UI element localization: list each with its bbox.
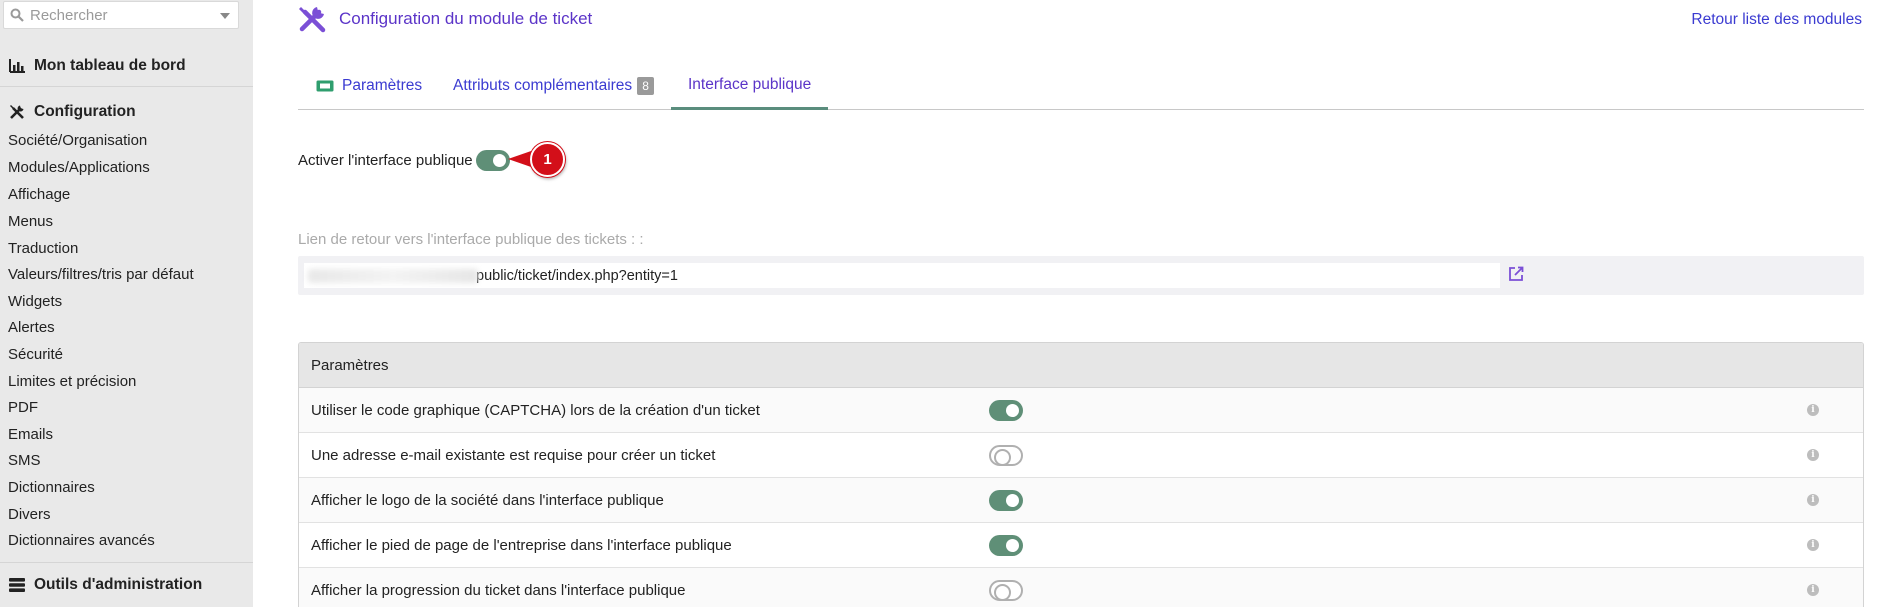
params-table: Paramètres Utiliser le code graphique (C… [298, 342, 1864, 607]
menu-admin-tools[interactable]: Outils d'administration [9, 576, 202, 594]
sidebar-item-securite[interactable]: Sécurité [8, 346, 63, 363]
enable-public-interface-toggle[interactable] [476, 150, 510, 171]
params-table-header: Paramètres [299, 343, 1863, 388]
tab-parametres-label: Paramètres [342, 77, 423, 94]
menu-admin-tools-label: Outils d'administration [34, 576, 203, 593]
sidebar-item-modules[interactable]: Modules/Applications [8, 159, 150, 176]
chevron-down-icon[interactable] [220, 13, 230, 19]
info-icon[interactable]: i [1807, 404, 1819, 416]
page-title: Configuration du module de ticket [339, 9, 593, 28]
sidebar: Mon tableau de bord Configuration Sociét… [0, 0, 253, 607]
info-icon[interactable]: i [1807, 539, 1819, 551]
param-label: Afficher la progression du ticket dans l… [311, 582, 686, 599]
tools-icon [299, 7, 326, 33]
tab-interface-publique[interactable]: Interface publique [671, 62, 829, 110]
table-row: Afficher le logo de la société dans l'in… [299, 478, 1863, 523]
public-url-value: public/ticket/index.php?entity=1 [476, 267, 678, 284]
show-footer-toggle[interactable] [989, 535, 1023, 556]
param-label: Utiliser le code graphique (CAPTCHA) lor… [311, 402, 760, 419]
sidebar-item-dictionnaires[interactable]: Dictionnaires [8, 479, 95, 496]
sidebar-item-alertes[interactable]: Alertes [8, 319, 55, 336]
enable-public-interface-label: Activer l'interface publique [298, 152, 473, 169]
param-label: Afficher le pied de page de l'entreprise… [311, 537, 732, 554]
sidebar-item-menus[interactable]: Menus [8, 213, 53, 230]
search-input[interactable] [30, 6, 220, 24]
bar-chart-icon [9, 59, 25, 73]
show-progress-toggle[interactable] [989, 580, 1023, 601]
external-link-icon[interactable] [1508, 266, 1524, 282]
menu-configuration[interactable]: Configuration [9, 103, 136, 121]
public-url-box: public/ticket/index.php?entity=1 [298, 256, 1864, 295]
menu-dashboard-label: Mon tableau de bord [34, 57, 186, 74]
sidebar-item-emails[interactable]: Emails [8, 426, 53, 443]
table-row: Afficher la progression du ticket dans l… [299, 568, 1863, 607]
callout-marker: 1 [530, 142, 565, 177]
sidebar-item-valeurs[interactable]: Valeurs/filtres/tris par défaut [8, 266, 194, 283]
back-to-modules-link[interactable]: Retour liste des modules [1691, 11, 1862, 29]
require-email-toggle[interactable] [989, 445, 1023, 466]
search-box[interactable] [3, 1, 239, 29]
sidebar-item-dictionnaires-avances[interactable]: Dictionnaires avancés [8, 532, 155, 549]
count-badge: 8 [637, 77, 654, 95]
divider [0, 86, 253, 87]
sidebar-item-affichage[interactable]: Affichage [8, 186, 70, 203]
tools-icon [10, 105, 24, 119]
page-header: Configuration du module de ticket [298, 5, 592, 33]
server-icon [9, 578, 25, 592]
search-icon [10, 8, 24, 22]
public-url-label: Lien de retour vers l'interface publique… [298, 231, 644, 248]
info-icon[interactable]: i [1807, 584, 1819, 596]
sidebar-item-divers[interactable]: Divers [8, 506, 51, 523]
tab-attributs-label: Attributs complémentaires [453, 77, 633, 94]
sidebar-item-limites[interactable]: Limites et précision [8, 373, 136, 390]
param-label: Afficher le logo de la société dans l'in… [311, 492, 664, 509]
sidebar-item-sms[interactable]: SMS [8, 452, 41, 469]
param-label: Une adresse e-mail existante est requise… [311, 447, 716, 464]
show-logo-toggle[interactable] [989, 490, 1023, 511]
menu-configuration-label: Configuration [34, 103, 136, 120]
tab-attributs[interactable]: Attributs complémentaires 8 [453, 62, 654, 110]
divider [0, 562, 253, 563]
table-row: Utiliser le code graphique (CAPTCHA) lor… [299, 388, 1863, 433]
info-icon[interactable]: i [1807, 449, 1819, 461]
tab-interface-publique-label: Interface publique [688, 75, 812, 93]
tab-bar: Paramètres Attributs complémentaires 8 I… [298, 62, 1864, 110]
table-row: Une adresse e-mail existante est requise… [299, 433, 1863, 478]
ticket-icon [316, 80, 334, 92]
sidebar-item-societe[interactable]: Société/Organisation [8, 132, 147, 149]
sidebar-item-widgets[interactable]: Widgets [8, 293, 62, 310]
table-row: Afficher le pied de page de l'entreprise… [299, 523, 1863, 568]
params-table-body: Utiliser le code graphique (CAPTCHA) lor… [299, 388, 1863, 607]
public-url-field[interactable]: public/ticket/index.php?entity=1 [304, 263, 1500, 288]
redacted-host [308, 268, 478, 283]
sidebar-item-traduction[interactable]: Traduction [8, 240, 78, 257]
tab-parametres[interactable]: Paramètres [316, 62, 422, 110]
sidebar-item-pdf[interactable]: PDF [8, 399, 38, 416]
info-icon[interactable]: i [1807, 494, 1819, 506]
menu-dashboard[interactable]: Mon tableau de bord [9, 57, 186, 75]
captcha-toggle[interactable] [989, 400, 1023, 421]
